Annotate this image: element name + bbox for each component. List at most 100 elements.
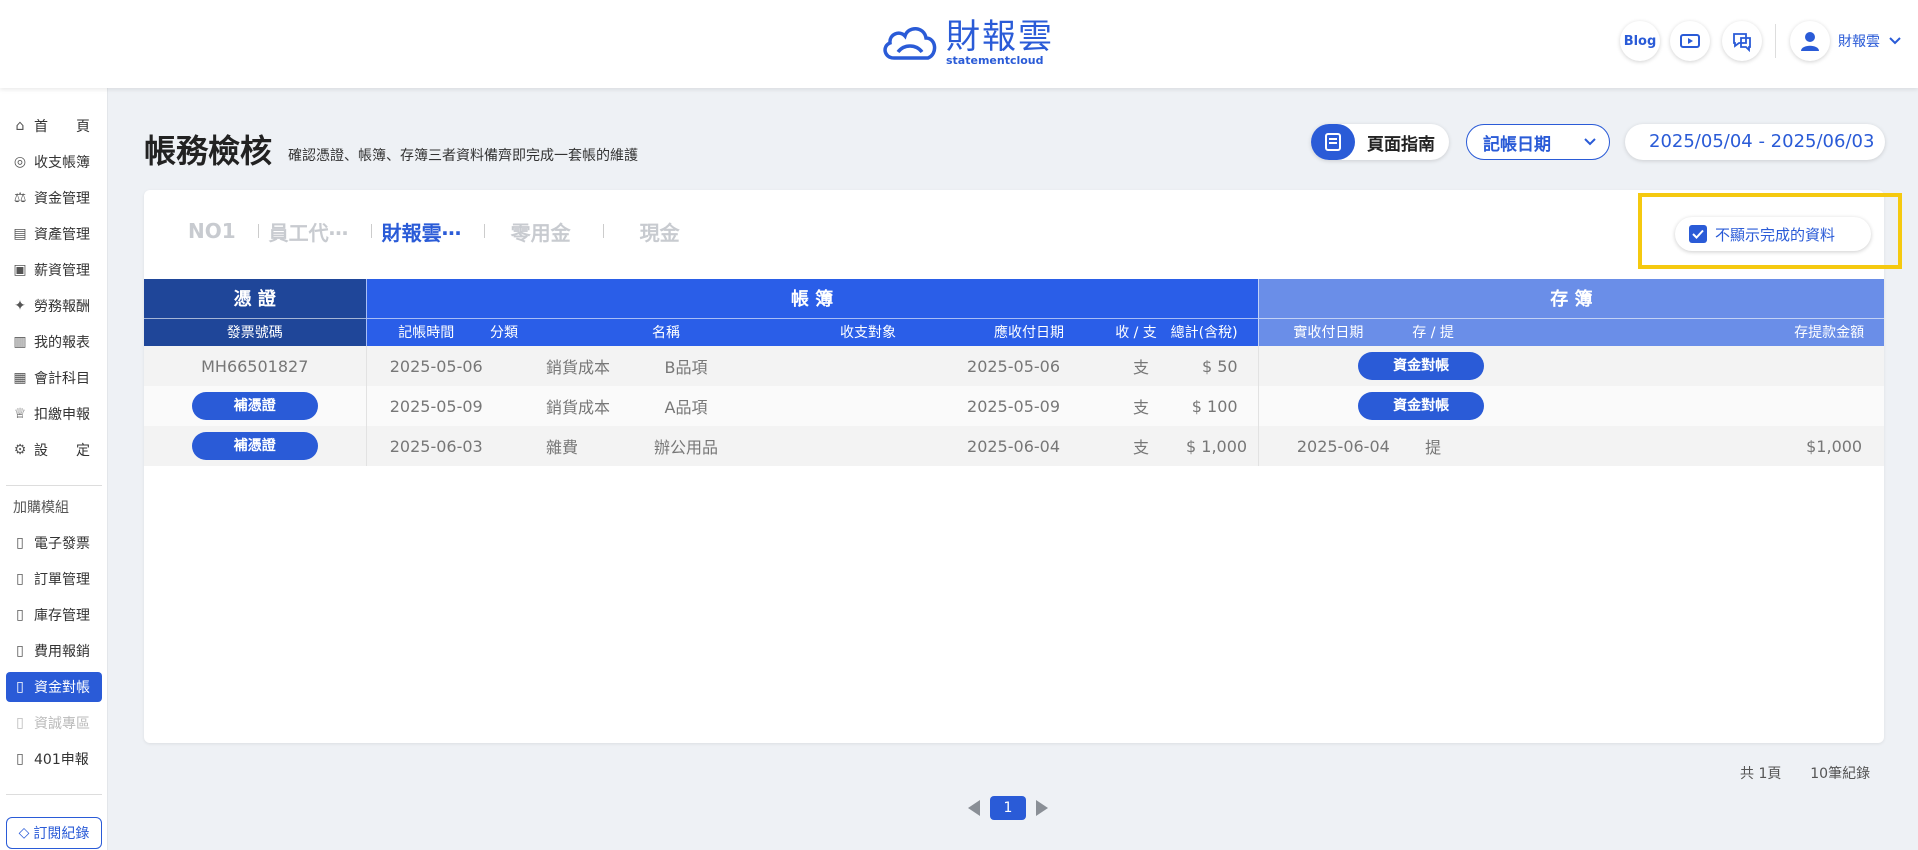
fund-reconcile-button[interactable]: 資金對帳	[1358, 392, 1485, 420]
sidebar-item-orders[interactable]: ▯ 訂單管理	[6, 564, 102, 594]
sidebar-item-withholding[interactable]: ♕ 扣繳申報	[6, 399, 102, 429]
home-icon: ⌂	[15, 118, 25, 134]
logo-subtitle: statementcloud	[946, 54, 1044, 67]
sidebar-item-label: 收支帳簿	[34, 155, 90, 171]
next-page-icon[interactable]	[1036, 800, 1048, 816]
cell-in-out: 支	[1086, 426, 1186, 466]
group-header-voucher: 憑 證	[144, 279, 366, 319]
sidebar-item-inventory[interactable]: ▯ 庫存管理	[6, 600, 102, 630]
cell-due-date: 2025-06-04	[896, 426, 1086, 466]
sidebar-item-ledger[interactable]: ◎ 收支帳簿	[6, 147, 102, 177]
cell-name: 辦公用品	[576, 426, 756, 466]
sidebar-item-expenses[interactable]: ▯ 費用報銷	[6, 636, 102, 666]
sidebar-item-pwc[interactable]: ▯ 資誠專區	[6, 708, 102, 738]
module-icon: ▯	[16, 751, 24, 767]
page-guide-button[interactable]: 頁面指南	[1311, 124, 1449, 160]
sidebar-item-salary[interactable]: ▣ 薪資管理	[6, 255, 102, 285]
addon-section-label: 加購模組	[13, 500, 69, 516]
sidebar-item-einvoice[interactable]: ▯ 電子發票	[6, 528, 102, 558]
date-type-value: 記帳日期	[1483, 134, 1551, 155]
cell-total: $ 100	[1186, 386, 1259, 426]
group-header-bank: 存 簿	[1257, 279, 1884, 319]
sidebar-item-settings[interactable]: ⚙ 設 定	[6, 435, 102, 465]
tab-statementcloud[interactable]: 財報雲⋯	[372, 217, 484, 246]
sidebar-item-label: 首 頁	[34, 119, 90, 135]
col-due-date: 應收付日期	[896, 318, 1086, 346]
sidebar-item-401[interactable]: ▯ 401申報	[6, 744, 102, 774]
cell-category: 銷貨成本	[486, 346, 610, 386]
guide-label: 頁面指南	[1367, 134, 1435, 155]
col-total: 總計(含稅)	[1171, 318, 1259, 346]
logo[interactable]: 財報雲 statementcloud	[880, 18, 1054, 68]
sidebar-item-labor[interactable]: ✦ 勞務報酬	[6, 291, 102, 321]
sidebar-item-label: 扣繳申報	[34, 407, 90, 423]
cell-due-date: 2025-05-06	[896, 346, 1086, 386]
tab-petty-cash[interactable]: 零用金	[485, 217, 603, 246]
col-invoice-no: 發票號碼	[144, 318, 366, 346]
col-name: 名稱	[576, 318, 756, 346]
group-header-ledger: 帳 簿	[365, 279, 1259, 319]
sidebar-item-assets[interactable]: ▤ 資產管理	[6, 219, 102, 249]
video-button[interactable]	[1670, 21, 1710, 61]
sidebar-item-reconciliation[interactable]: ▯ 資金對帳	[6, 672, 102, 702]
col-actual-date: 實收付日期	[1257, 318, 1399, 346]
blog-button[interactable]: Blog	[1620, 21, 1660, 61]
module-icon: ▯	[16, 535, 24, 551]
sidebar-item-reports[interactable]: ▥ 我的報表	[6, 327, 102, 357]
add-voucher-button[interactable]: 補憑證	[191, 392, 318, 420]
sidebar-item-label: 資金管理	[34, 191, 90, 207]
sidebar-item-label: 會計科目	[34, 371, 90, 387]
subscription-button[interactable]: ◇ 訂閱紀錄	[6, 817, 102, 849]
add-voucher-button[interactable]: 補憑證	[191, 432, 318, 460]
cell-counterparty	[756, 346, 896, 386]
sidebar-item-label: 設 定	[34, 443, 90, 459]
col-counterparty: 收支對象	[756, 318, 896, 346]
cell-withdraw-amount: $1,000	[1468, 426, 1884, 466]
user-name: 財報雲	[1838, 34, 1880, 50]
pagination: 1	[968, 796, 1048, 820]
sidebar-item-label: 薪資管理	[34, 263, 90, 279]
cell-deposit-withdraw: 資金對帳	[1358, 386, 1485, 426]
avatar	[1790, 21, 1830, 61]
date-range-input[interactable]: 2025/05/04 - 2025/06/03	[1625, 124, 1885, 160]
cell-total: $ 50	[1186, 346, 1259, 386]
cell-actual-date: 2025-06-04	[1258, 426, 1399, 466]
prev-page-icon[interactable]	[968, 800, 980, 816]
checkbox-checked-icon	[1689, 225, 1707, 243]
hide-completed-checkbox[interactable]: 不顯示完成的資料	[1675, 217, 1871, 251]
cell-invoice-no: 補憑證	[144, 386, 367, 426]
chevron-down-icon	[1584, 138, 1596, 146]
sidebar-item-label: 我的報表	[34, 335, 90, 351]
chat-help-icon	[1733, 33, 1751, 52]
tab-employee[interactable]: 員工代⋯	[259, 217, 371, 246]
video-icon	[1680, 34, 1700, 48]
col-category: 分類	[486, 318, 576, 346]
sidebar-item-accounts[interactable]: ▦ 會計科目	[6, 363, 102, 393]
fund-reconcile-button[interactable]: 資金對帳	[1358, 352, 1485, 380]
cell-withdraw-amount	[1468, 346, 1884, 386]
sidebar-item-funds[interactable]: ⚖ 資金管理	[6, 183, 102, 213]
reconciliation-table: 憑 證 帳 簿 存 簿 發票號碼 記帳時間 分類 名稱 收支對象 應收付日期 收…	[144, 279, 1884, 466]
tab-cash[interactable]: 現金	[604, 217, 702, 246]
salary-icon: ▣	[13, 262, 27, 278]
user-menu[interactable]: 財報雲	[1790, 21, 1902, 61]
sidebar-item-label: 401申報	[34, 752, 89, 768]
cell-deposit-withdraw: 資金對帳	[1358, 346, 1485, 386]
cell-invoice-no: 補憑證	[144, 426, 367, 466]
date-type-select[interactable]: 記帳日期	[1466, 124, 1610, 160]
reconciliation-card: NO1 員工代⋯ 財報雲⋯ 零用金 現金 憑 證 帳 簿 存 簿 發票號碼 記帳…	[144, 190, 1884, 743]
page-title: 帳務檢核	[144, 132, 273, 170]
account-tabs: NO1 員工代⋯ 財報雲⋯ 零用金 現金	[144, 216, 702, 246]
cell-record-time: 2025-05-09	[366, 386, 486, 426]
sidebar-item-label: 費用報銷	[34, 644, 90, 660]
top-header: 財報雲 statementcloud Blog 財報雲	[0, 0, 1918, 88]
cell-record-time: 2025-06-03	[366, 426, 486, 466]
col-total-label: 總計(含稅)	[1170, 325, 1238, 342]
help-chat-button[interactable]	[1722, 21, 1762, 61]
chevron-down-icon	[1889, 37, 1901, 45]
tab-no1[interactable]: NO1	[144, 219, 258, 243]
user-icon	[1801, 32, 1819, 51]
page-number-current[interactable]: 1	[990, 796, 1026, 820]
cell-record-time: 2025-05-06	[366, 346, 486, 386]
sidebar-item-home[interactable]: ⌂ 首 頁	[6, 111, 102, 141]
